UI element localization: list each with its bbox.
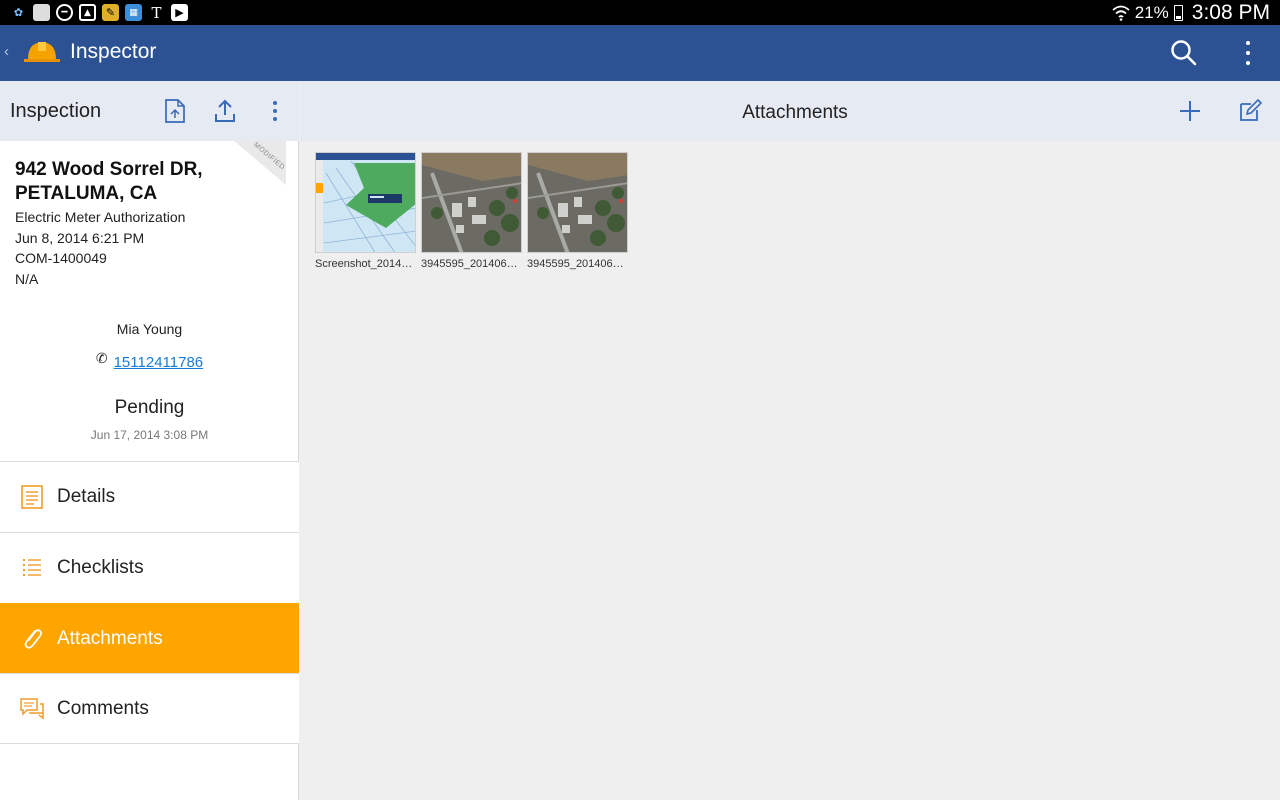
calendar-icon: ▦: [125, 4, 142, 21]
wifi-icon: [1112, 5, 1130, 21]
attachment-caption: 3945595_201406…: [421, 258, 518, 270]
attachment-thumbnail[interactable]: 3945595_201406…: [421, 152, 522, 270]
aerial-photo-image: [421, 152, 522, 253]
inspection-date: Jun 8, 2014 6:21 PM: [15, 230, 145, 246]
status-bar: ✿ ━ ▲ ✎ ▦ T ▶ 21% 3:08 PM: [0, 0, 1280, 25]
add-icon[interactable]: [1178, 99, 1202, 123]
inspection-address: 942 Wood Sorrel DR, PETALUMA, CA: [15, 159, 203, 204]
image-icon: ▲: [79, 4, 96, 21]
news-icon: T: [151, 3, 162, 22]
sync-document-icon[interactable]: [164, 98, 186, 124]
inspection-overflow-icon[interactable]: [272, 101, 278, 121]
menu-item-checklists[interactable]: Checklists: [0, 532, 299, 603]
attachment-thumbnail[interactable]: Screenshot_2014…: [315, 152, 416, 270]
butterfly-icon: ✿: [13, 6, 24, 19]
clock: 3:08 PM: [1191, 0, 1270, 24]
attachment-caption: 3945595_201406…: [527, 258, 624, 270]
upload-icon[interactable]: [214, 98, 236, 124]
overflow-menu-icon[interactable]: [1240, 41, 1256, 65]
edit-icon[interactable]: [1238, 99, 1262, 123]
attachment-caption: Screenshot_2014…: [315, 258, 413, 270]
paperclip-icon: [24, 629, 42, 649]
phone-icon: ✆: [95, 350, 108, 367]
menu-item-details[interactable]: Details: [0, 461, 299, 532]
inspection-panel: Inspection MODIFIED 942 Wood Sorrel DR, …: [0, 81, 299, 800]
extra-info: N/A: [15, 271, 39, 287]
app-notification-icon: ✎: [102, 4, 119, 21]
do-not-disturb-icon: ━: [56, 4, 73, 21]
action-bar: ‹ Inspector: [0, 25, 1280, 81]
menu-item-comments[interactable]: Comments: [0, 673, 299, 744]
battery-icon: [1173, 4, 1183, 21]
inspection-title: Inspection: [10, 100, 102, 122]
contact-name: Mia Young: [116, 321, 183, 337]
checklist-icon: [23, 559, 41, 576]
shopping-bag-icon: ▶: [171, 4, 188, 21]
search-icon[interactable]: [1170, 39, 1198, 67]
app-title: Inspector: [70, 40, 157, 63]
details-icon: [21, 485, 43, 509]
document-icon: [33, 4, 50, 21]
phone-link[interactable]: 15112411786: [114, 354, 204, 371]
attachments-header: Attachments: [300, 81, 1280, 141]
inspection-header: Inspection: [0, 81, 299, 141]
menu-item-attachments[interactable]: Attachments: [0, 603, 299, 674]
attachments-title: Attachments: [742, 102, 848, 123]
hard-hat-icon[interactable]: [23, 38, 61, 66]
aerial-photo-image: [527, 152, 628, 253]
comments-icon: [20, 698, 44, 720]
status-date: Jun 17, 2014 3:08 PM: [90, 428, 209, 442]
battery-percent: 21%: [1134, 2, 1169, 22]
record-id: COM-1400049: [15, 250, 107, 266]
notification-icons: ✿ ━ ▲ ✎ ▦ T ▶: [10, 3, 188, 22]
screenshot-map-image: [315, 152, 416, 253]
inspection-status: Pending: [114, 397, 185, 418]
attachment-thumbnail[interactable]: 3945595_201406…: [527, 152, 628, 270]
back-chevron-icon[interactable]: ‹: [4, 43, 9, 60]
inspection-type: Electric Meter Authorization: [15, 209, 186, 225]
